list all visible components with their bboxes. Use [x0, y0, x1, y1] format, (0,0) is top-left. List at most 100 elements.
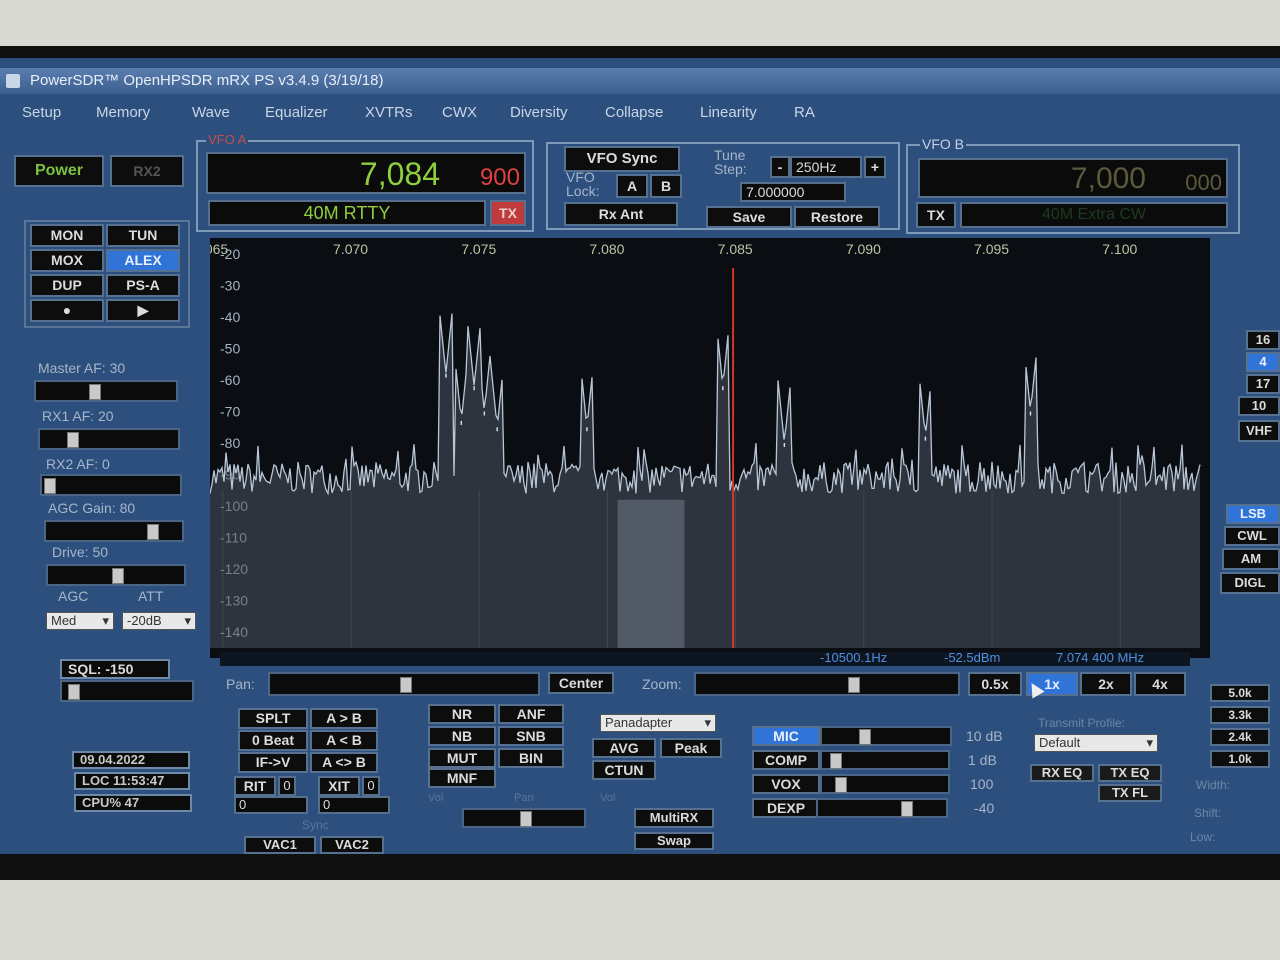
filter-2k4-button[interactable]: 2.4k [1210, 728, 1270, 746]
transmit-profile-select[interactable]: Default [1034, 734, 1158, 752]
rx2-button[interactable]: RX2 [110, 155, 184, 187]
play-button[interactable]: ▶ [106, 299, 180, 322]
display-mode-select[interactable]: Panadapter [600, 714, 716, 732]
a-to-b-button[interactable]: A > B [310, 708, 378, 729]
anf-button[interactable]: ANF [498, 704, 564, 724]
zoom-thumb[interactable] [848, 677, 860, 693]
record-button[interactable]: ● [30, 299, 104, 322]
menu-xvtrs[interactable]: XVTRs [365, 104, 413, 121]
agc-gain-thumb[interactable] [147, 524, 159, 540]
rx1-af-slider[interactable] [38, 428, 180, 450]
rx-eq-button[interactable]: RX EQ [1030, 764, 1094, 782]
vox-thumb[interactable] [835, 777, 847, 793]
tx-eq-button[interactable]: TX EQ [1098, 764, 1162, 782]
panadapter[interactable]: 0657.0707.0757.0807.0857.0907.0957.100-2… [205, 238, 1210, 658]
menu-diversity[interactable]: Diversity [510, 104, 568, 121]
mode-lsb-button[interactable]: LSB [1226, 504, 1280, 524]
band-40-button[interactable]: 4 [1246, 352, 1280, 372]
multirx-button[interactable]: MultiRX [634, 808, 714, 828]
alex-button[interactable]: ALEX [106, 249, 180, 272]
rx-ant-button[interactable]: Rx Ant [564, 202, 678, 226]
ctun-button[interactable]: CTUN [592, 760, 656, 780]
pan-thumb[interactable] [400, 677, 412, 693]
nr-button[interactable]: NR [428, 704, 496, 724]
drive-thumb[interactable] [112, 568, 124, 584]
nb-button[interactable]: NB [428, 726, 496, 746]
freq-entry-field[interactable]: 7.000000 [740, 182, 846, 202]
filter-3k3-button[interactable]: 3.3k [1210, 706, 1270, 724]
sync-checkbox-label[interactable]: Sync [302, 818, 329, 832]
tune-step-minus[interactable]: - [770, 156, 790, 178]
dexp-thumb[interactable] [901, 801, 913, 817]
rx2-af-slider[interactable] [40, 474, 182, 496]
rx-pan-thumb[interactable] [520, 811, 532, 827]
band-10-button[interactable]: 10 [1238, 396, 1280, 416]
zoom-slider[interactable] [694, 672, 960, 696]
dexp-button[interactable]: DEXP [752, 798, 820, 818]
dexp-slider[interactable] [816, 798, 948, 818]
restore-button[interactable]: Restore [794, 206, 880, 228]
tun-button[interactable]: TUN [106, 224, 180, 247]
vfo-b-tx-button[interactable]: TX [916, 202, 956, 228]
band-16-button[interactable]: 16 [1246, 330, 1280, 350]
bin-button[interactable]: BIN [498, 748, 564, 768]
sql-slider[interactable] [60, 680, 194, 702]
spectrum-plot[interactable]: 0657.0707.0757.0807.0857.0907.0957.100-2… [205, 238, 1210, 658]
comp-thumb[interactable] [830, 753, 842, 769]
band-vhf-button[interactable]: VHF [1238, 420, 1280, 442]
menu-setup[interactable]: Setup [22, 104, 61, 121]
menu-collapse[interactable]: Collapse [605, 104, 663, 121]
mic-gain-slider[interactable] [820, 726, 952, 746]
peak-button[interactable]: Peak [660, 738, 722, 758]
sql-thumb[interactable] [68, 684, 80, 700]
save-button[interactable]: Save [706, 206, 792, 228]
menu-ra[interactable]: RA [794, 104, 815, 121]
menu-linearity[interactable]: Linearity [700, 104, 757, 121]
rit-offset-field[interactable]: 0 [234, 796, 308, 814]
vfo-b-readout[interactable]: 7,000 000 [918, 158, 1228, 198]
mnf-button[interactable]: MNF [428, 768, 496, 788]
rit-button[interactable]: RIT [234, 776, 276, 796]
mox-button[interactable]: MOX [30, 249, 104, 272]
center-button[interactable]: Center [548, 672, 614, 694]
vox-button[interactable]: VOX [752, 774, 820, 794]
vfo-a-readout[interactable]: 7,084 900 [206, 152, 526, 194]
band-17-button[interactable]: 17 [1246, 374, 1280, 394]
filter-5k-button[interactable]: 5.0k [1210, 684, 1270, 702]
menu-cwx[interactable]: CWX [442, 104, 477, 121]
avg-button[interactable]: AVG [592, 738, 656, 758]
rx-pan-slider[interactable] [462, 808, 586, 828]
comp-button[interactable]: COMP [752, 750, 820, 770]
filter-1k-button[interactable]: 1.0k [1210, 750, 1270, 768]
xit-offset-field[interactable]: 0 [318, 796, 390, 814]
mode-cwl-button[interactable]: CWL [1224, 526, 1280, 546]
xit-button[interactable]: XIT [318, 776, 360, 796]
master-af-slider[interactable] [34, 380, 178, 402]
vfo-lock-b-button[interactable]: B [650, 174, 682, 198]
swap-ab-button[interactable]: A <> B [310, 752, 378, 773]
menu-equalizer[interactable]: Equalizer [265, 104, 328, 121]
master-af-thumb[interactable] [89, 384, 101, 400]
comp-slider[interactable] [820, 750, 950, 770]
if-to-v-button[interactable]: IF->V [238, 752, 308, 773]
mic-button[interactable]: MIC [752, 726, 820, 746]
b-to-a-button[interactable]: A < B [310, 730, 378, 751]
mon-button[interactable]: MON [30, 224, 104, 247]
vox-slider[interactable] [820, 774, 950, 794]
mute-button[interactable]: MUT [428, 748, 496, 768]
vfo-a-tx-button[interactable]: TX [490, 200, 526, 226]
drive-slider[interactable] [46, 564, 186, 586]
att-select[interactable]: -20dB [122, 612, 196, 630]
vac1-button[interactable]: VAC1 [244, 836, 316, 854]
zoom-4x-button[interactable]: 4x [1134, 672, 1186, 696]
power-button[interactable]: Power [14, 155, 104, 187]
rx1-af-thumb[interactable] [67, 432, 79, 448]
agc-select[interactable]: Med [46, 612, 114, 630]
mode-digl-button[interactable]: DIGL [1220, 572, 1280, 594]
menu-wave[interactable]: Wave [192, 104, 230, 121]
zoom-0-5x-button[interactable]: 0.5x [968, 672, 1022, 696]
split-button[interactable]: SPLT [238, 708, 308, 729]
dup-button[interactable]: DUP [30, 274, 104, 297]
mode-am-button[interactable]: AM [1222, 548, 1280, 570]
rx2-af-thumb[interactable] [44, 478, 56, 494]
